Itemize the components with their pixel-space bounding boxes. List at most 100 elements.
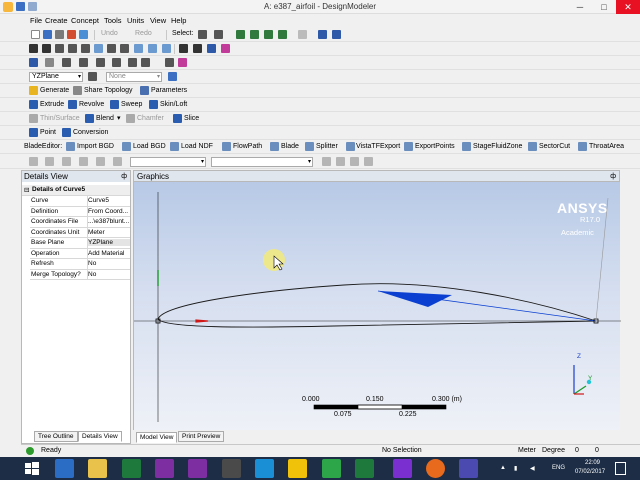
import-bgd-button[interactable]: Import BGD <box>77 143 114 150</box>
line-style-icon[interactable] <box>62 58 71 67</box>
row-value[interactable]: YZPlane <box>88 239 130 246</box>
import-icon[interactable] <box>79 30 88 39</box>
import-bgd-icon[interactable] <box>66 142 75 151</box>
export-icon[interactable] <box>55 30 64 39</box>
details-row-base-plane[interactable]: Base Plane YZPlane <box>30 238 130 249</box>
extend-selection-icon[interactable] <box>298 30 307 39</box>
chamfer-button[interactable]: Chamfer <box>137 115 164 122</box>
details-group-header[interactable]: ⊟ Details of Curve5 <box>22 185 130 196</box>
onenote-2016-icon[interactable] <box>188 459 207 478</box>
pin-icon[interactable]: ф <box>121 171 127 182</box>
throatarea-icon[interactable] <box>578 142 587 151</box>
extrude-icon[interactable] <box>29 100 38 109</box>
frame-icon[interactable] <box>112 58 121 67</box>
conversion-icon[interactable] <box>62 128 71 137</box>
redo-button[interactable]: Redo <box>135 30 152 37</box>
load-ndf-button[interactable]: Load NDF <box>181 143 213 150</box>
exportpoints-icon[interactable] <box>404 142 413 151</box>
edge-browser-icon[interactable] <box>55 459 74 478</box>
select-mode-icon[interactable] <box>198 30 207 39</box>
close-button[interactable]: ✕ <box>616 0 640 14</box>
display-model-icon[interactable] <box>193 44 202 53</box>
select-faces-icon[interactable] <box>264 30 273 39</box>
designmodeler-icon[interactable] <box>322 459 341 478</box>
details-row-coordinates-unit[interactable]: Coordinates Unit Meter <box>30 227 130 238</box>
start-icon[interactable] <box>22 459 41 478</box>
revolve-icon[interactable] <box>68 100 77 109</box>
blade-button[interactable]: Blade <box>281 143 299 150</box>
isometric-view-icon[interactable] <box>162 44 171 53</box>
sectorcut-icon[interactable] <box>528 142 537 151</box>
slice-icon[interactable] <box>173 114 182 123</box>
sketch-tool-icon[interactable] <box>165 58 174 67</box>
details-row-refresh[interactable]: Refresh No <box>30 259 130 270</box>
file-explorer-icon[interactable] <box>88 459 107 478</box>
menu-create[interactable]: Create <box>45 16 68 25</box>
slice-button[interactable]: Slice <box>184 115 199 122</box>
settings-icon[interactable] <box>459 459 478 478</box>
flowpath-icon[interactable] <box>222 142 231 151</box>
details-row-merge-topology[interactable]: Merge Topology? No <box>30 269 130 280</box>
clock-date[interactable]: 07/02/2017 <box>575 469 605 475</box>
undo-button[interactable]: Undo <box>101 30 118 37</box>
tab-details-view[interactable]: Details View <box>78 431 122 442</box>
collapse-icon[interactable]: ⊟ <box>24 186 29 194</box>
graphics-viewport[interactable]: ANSYS R17.0 Academic Z Y 0.000 0.150 0.3… <box>133 182 621 430</box>
save-icon[interactable] <box>43 30 52 39</box>
details-row-definition[interactable]: Definition From Coord... <box>30 206 130 217</box>
empty-dropdown-1[interactable]: ▾ <box>130 157 206 167</box>
vistatfexport-icon[interactable] <box>346 142 355 151</box>
clock-time[interactable]: 22:09 <box>585 460 600 466</box>
disabled-tool-icon[interactable] <box>113 157 122 166</box>
menu-units[interactable]: Units <box>127 16 144 25</box>
disabled-tool-icon[interactable] <box>29 157 38 166</box>
onenote-icon[interactable] <box>155 459 174 478</box>
disabled-tool-icon[interactable] <box>350 157 359 166</box>
row-value[interactable]: From Coord... <box>88 208 128 215</box>
generate-icon[interactable] <box>29 86 38 95</box>
skin-loft-icon[interactable] <box>149 100 158 109</box>
sketch-dropdown[interactable]: None ▾ <box>106 72 162 82</box>
selection-box-icon[interactable] <box>318 30 327 39</box>
details-row-curve[interactable]: Curve Curve5 <box>30 196 130 207</box>
zoom-out-icon[interactable] <box>120 44 129 53</box>
row-value[interactable]: Curve5 <box>88 197 109 204</box>
load-ndf-icon[interactable] <box>170 142 179 151</box>
select-bodies-icon[interactable] <box>278 30 287 39</box>
share-topology-button[interactable]: Share Topology <box>84 87 133 94</box>
disabled-tool-icon[interactable] <box>62 157 71 166</box>
tab-tree-outline[interactable]: Tree Outline <box>34 431 78 442</box>
tab-model-view[interactable]: Model View <box>136 432 178 443</box>
throatarea-button[interactable]: ThroatArea <box>589 143 624 150</box>
share-topology-icon[interactable] <box>73 86 82 95</box>
parameters-icon[interactable] <box>140 86 149 95</box>
screenshot-icon[interactable] <box>67 30 76 39</box>
select-filter-icon[interactable] <box>214 30 223 39</box>
search-app-icon[interactable] <box>393 459 412 478</box>
zoom-icon[interactable] <box>55 44 64 53</box>
sweep-button[interactable]: Sweep <box>121 101 142 108</box>
disabled-tool-icon[interactable] <box>364 157 373 166</box>
menu-file[interactable]: File <box>30 16 42 25</box>
sectorcut-button[interactable]: SectorCut <box>539 143 570 150</box>
rotate-icon[interactable] <box>29 44 38 53</box>
previous-view-icon[interactable] <box>134 44 143 53</box>
look-at-icon[interactable] <box>128 58 137 67</box>
row-value[interactable]: ...\e387blunt... <box>88 218 129 225</box>
blend-button[interactable]: Blend <box>96 115 114 122</box>
select-points-icon[interactable] <box>236 30 245 39</box>
disabled-tool-icon[interactable] <box>336 157 345 166</box>
row-value[interactable]: No <box>88 271 96 278</box>
row-value[interactable]: Add Material <box>88 250 125 257</box>
pan-icon[interactable] <box>42 44 51 53</box>
point-button[interactable]: Point <box>40 129 56 136</box>
row-value[interactable]: No <box>88 260 96 267</box>
select-edges-icon[interactable] <box>250 30 259 39</box>
notifications-icon[interactable] <box>615 462 626 475</box>
load-bgd-button[interactable]: Load BGD <box>133 143 166 150</box>
firefox-icon[interactable] <box>426 459 445 478</box>
splitter-button[interactable]: Splitter <box>316 143 338 150</box>
row-value[interactable]: Meter <box>88 229 105 236</box>
minimize-button[interactable]: ─ <box>568 0 592 14</box>
conversion-button[interactable]: Conversion <box>73 129 108 136</box>
